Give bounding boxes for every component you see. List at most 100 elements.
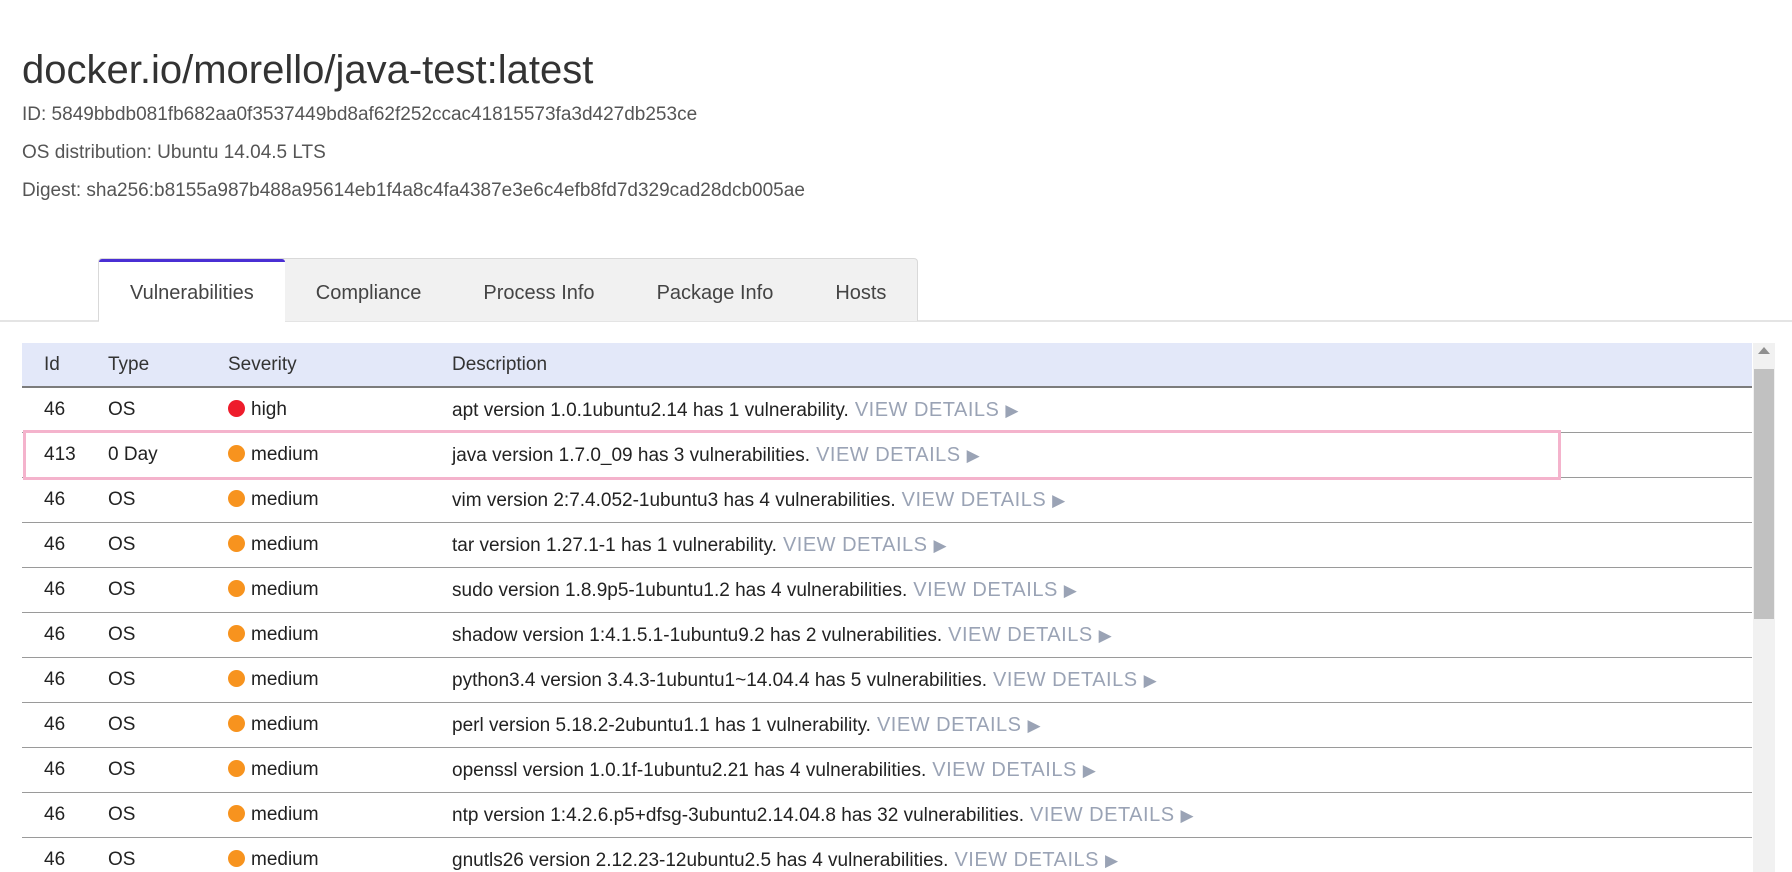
scroll-up-arrow-icon[interactable] xyxy=(1758,347,1770,354)
cell-id: 46 xyxy=(22,747,108,793)
table-row[interactable]: 46 OS medium perl version 5.18.2-2ubuntu1.1… xyxy=(22,702,1752,748)
cell-severity: medium xyxy=(228,702,452,748)
cell-type: OS xyxy=(108,387,228,433)
image-id: ID: 5849bbdb081fb682aa0f3537449bd8af62f2… xyxy=(22,104,698,125)
cell-id: 46 xyxy=(22,657,108,703)
image-meta: ID: 5849bbdb081fb682aa0f3537449bd8af62f2… xyxy=(22,96,805,210)
table-row[interactable]: 46 OS medium openssl version 1.0.1f-1ubuntu… xyxy=(22,747,1752,793)
cell-severity: medium xyxy=(228,477,452,523)
view-details-link[interactable]: VIEW DETAILS ▶ xyxy=(954,849,1118,871)
view-details-link[interactable]: VIEW DETAILS ▶ xyxy=(816,444,980,466)
column-header-severity[interactable]: Severity xyxy=(228,343,452,388)
table-row[interactable]: 46 OS medium vim version 2:7.4.052-1ubuntu3… xyxy=(22,477,1752,523)
tab-vulnerabilities[interactable]: Vulnerabilities xyxy=(99,259,285,324)
view-details-link[interactable]: VIEW DETAILS ▶ xyxy=(877,714,1041,736)
cell-description: gnutls26 version 2.12.23-12ubuntu2.5 has… xyxy=(452,837,1752,872)
table-row[interactable]: 46 OS medium shadow version 1:4.1.5.1-1ubun… xyxy=(22,612,1752,658)
view-details-link[interactable]: VIEW DETAILS ▶ xyxy=(932,759,1096,781)
cell-type: OS xyxy=(108,792,228,838)
description-text: apt version 1.0.1ubuntu2.14 has 1 vulner… xyxy=(452,399,849,421)
cell-type: 0 Day xyxy=(108,432,228,478)
view-details-label: VIEW DETAILS xyxy=(782,533,928,556)
view-details-link[interactable]: VIEW DETAILS ▶ xyxy=(783,534,947,556)
severity-medium-dot-icon xyxy=(228,445,245,462)
vertical-scrollbar[interactable] xyxy=(1753,343,1775,872)
cell-id: 46 xyxy=(22,387,108,433)
scrollbar-thumb[interactable] xyxy=(1754,369,1774,619)
cell-id: 46 xyxy=(22,837,108,872)
view-details-link[interactable]: VIEW DETAILS ▶ xyxy=(948,624,1112,646)
cell-description: shadow version 1:4.1.5.1-1ubuntu9.2 has … xyxy=(452,612,1752,658)
cell-id: 46 xyxy=(22,702,108,748)
play-arrow-icon: ▶ xyxy=(1005,400,1019,420)
cell-description: tar version 1.27.1-1 has 1 vulnerability… xyxy=(452,522,1752,568)
description-text: tar version 1.27.1-1 has 1 vulnerability… xyxy=(452,534,777,556)
cell-severity: medium xyxy=(228,747,452,793)
table-row[interactable]: 46 OS medium gnutls26 version 2.12.23-12ubu… xyxy=(22,837,1752,872)
cell-description: vim version 2:7.4.052-1ubuntu3 has 4 vul… xyxy=(452,477,1752,523)
severity-medium-dot-icon xyxy=(228,670,245,687)
severity-medium-dot-icon xyxy=(228,535,245,552)
table-row[interactable]: 46 OS medium ntp version 1:4.2.6.p5+dfsg-3u… xyxy=(22,792,1752,838)
cell-id: 413 xyxy=(22,432,108,478)
column-header-type[interactable]: Type xyxy=(108,343,228,388)
severity-label: medium xyxy=(251,849,319,870)
table-row[interactable]: 46 OS high apt version 1.0.1ubuntu2.14 has … xyxy=(22,387,1752,433)
description-text: python3.4 version 3.4.3-1ubuntu1~14.04.4… xyxy=(452,669,988,691)
page-title: docker.io/morello/java-test:latest xyxy=(22,48,594,92)
severity-medium-dot-icon xyxy=(228,580,245,597)
tabs: Vulnerabilities Compliance Process Info Pac… xyxy=(98,258,919,324)
severity-label: medium xyxy=(251,669,319,690)
view-details-label: VIEW DETAILS xyxy=(901,488,1047,511)
view-details-link[interactable]: VIEW DETAILS ▶ xyxy=(993,669,1157,691)
tab-process-info[interactable]: Process Info xyxy=(452,259,625,321)
play-arrow-icon: ▶ xyxy=(966,445,981,465)
cell-description: python3.4 version 3.4.3-1ubuntu1~14.04.4… xyxy=(452,657,1752,703)
severity-medium-dot-icon xyxy=(228,715,245,732)
cell-severity: medium xyxy=(228,567,452,613)
image-header: docker.io/morello/java-test:latest ID: 5… xyxy=(22,44,805,210)
cell-id: 46 xyxy=(22,612,108,658)
table-row[interactable]: 46 OS medium python3.4 version 3.4.3-1ubunt… xyxy=(22,657,1752,703)
cell-type: OS xyxy=(108,837,228,872)
column-header-id[interactable]: Id xyxy=(22,343,108,388)
cell-type: OS xyxy=(108,612,228,658)
tab-compliance[interactable]: Compliance xyxy=(285,259,453,321)
table-row[interactable]: 46 OS medium tar version 1.27.1-1 has 1 vul… xyxy=(22,522,1752,568)
play-arrow-icon: ▶ xyxy=(1143,670,1158,690)
view-details-link[interactable]: VIEW DETAILS ▶ xyxy=(1030,804,1194,826)
view-details-link[interactable]: VIEW DETAILS ▶ xyxy=(913,579,1077,601)
description-text: gnutls26 version 2.12.23-12ubuntu2.5 has… xyxy=(452,849,949,871)
cell-severity: medium xyxy=(228,792,452,838)
description-text: shadow version 1:4.1.5.1-1ubuntu9.2 has … xyxy=(452,624,943,646)
table-header-row: Id Type Severity Description xyxy=(22,343,1752,388)
severity-label: medium xyxy=(251,714,319,735)
play-arrow-icon: ▶ xyxy=(1052,490,1066,510)
cell-id: 46 xyxy=(22,477,108,523)
play-arrow-icon: ▶ xyxy=(1105,850,1119,870)
tab-package-info[interactable]: Package Info xyxy=(626,259,805,321)
cell-description: java version 1.7.0_09 has 3 vulnerabilit… xyxy=(452,432,1752,478)
column-header-description[interactable]: Description xyxy=(452,343,1752,388)
severity-medium-dot-icon xyxy=(228,490,245,507)
description-text: sudo version 1.8.9p5-1ubuntu1.2 has 4 vu… xyxy=(452,579,908,601)
table-row[interactable]: 46 OS medium sudo version 1.8.9p5-1ubuntu1.… xyxy=(22,567,1752,613)
view-details-link[interactable]: VIEW DETAILS ▶ xyxy=(902,489,1066,511)
description-text: java version 1.7.0_09 has 3 vulnerabilit… xyxy=(452,444,811,466)
severity-medium-dot-icon xyxy=(228,850,245,867)
severity-label: medium xyxy=(251,624,319,645)
severity-label: medium xyxy=(251,579,319,600)
view-details-label: VIEW DETAILS xyxy=(1030,803,1175,826)
os-distribution: OS distribution: Ubuntu 14.04.5 LTS xyxy=(22,142,326,163)
cell-description: perl version 5.18.2-2ubuntu1.1 has 1 vul… xyxy=(452,702,1752,748)
tab-hosts[interactable]: Hosts xyxy=(804,259,917,321)
cell-severity: medium xyxy=(228,612,452,658)
view-details-label: VIEW DETAILS xyxy=(948,623,1093,646)
tab-bar: Vulnerabilities Compliance Process Info Pac… xyxy=(0,258,1792,324)
view-details-link[interactable]: VIEW DETAILS ▶ xyxy=(855,399,1019,421)
severity-medium-dot-icon xyxy=(228,805,245,822)
table-row[interactable]: 413 0 Day medium java version 1.7.0_09 has … xyxy=(22,432,1752,478)
play-arrow-icon: ▶ xyxy=(1063,580,1078,600)
severity-label: medium xyxy=(251,489,319,510)
vulnerabilities-table-container[interactable]: Id Type Severity Description 46 OS high apt… xyxy=(22,343,1752,872)
